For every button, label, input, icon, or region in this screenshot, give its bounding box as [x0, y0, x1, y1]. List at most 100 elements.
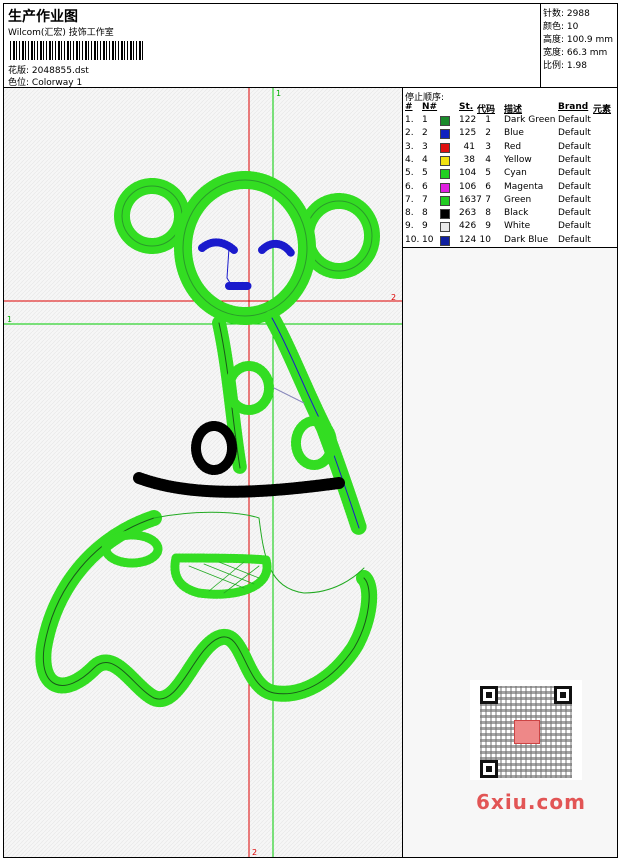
color-swatch: [440, 182, 450, 193]
row-index: 7.: [405, 194, 414, 205]
row-code: 9: [485, 221, 491, 232]
guide-label-bottom-red: 2: [252, 848, 257, 857]
guide-label-right-red: 2: [391, 293, 396, 302]
row-code: 7: [485, 194, 491, 205]
row-description: Dark Blue: [504, 234, 549, 245]
col-element: 元素: [593, 105, 612, 115]
row-needle: 8: [422, 208, 428, 219]
row-code: 10: [479, 234, 491, 245]
row-description: Red: [504, 141, 522, 152]
table-row: 5. 5 104 5 Cyan Default: [403, 168, 617, 181]
color-swatch: [440, 209, 450, 220]
row-description: Magenta: [504, 181, 544, 192]
row-brand: Default: [558, 154, 591, 165]
row-description: Cyan: [504, 168, 527, 179]
color-swatch: [440, 142, 450, 153]
studio-name: Wilcom(汇宏) 技饰工作室: [8, 28, 114, 38]
row-needle: 4: [422, 154, 428, 165]
colorway-value: Colorway 1: [31, 78, 83, 88]
barcode: [10, 41, 145, 60]
page-title: 生产作业图: [8, 9, 78, 25]
row-needle: 2: [422, 128, 428, 139]
table-row: 3. 3 41 3 Red Default: [403, 142, 617, 155]
row-needle: 5: [422, 168, 428, 179]
row-stitches: 1637: [459, 194, 482, 205]
table-header: # N# St. 代码 描述 Brand 元素: [403, 102, 617, 115]
row-stitches: 104: [459, 168, 477, 179]
row-stitches: 263: [459, 208, 477, 219]
row-brand: Default: [558, 234, 591, 245]
stat-colors: 颜色: 10: [543, 22, 579, 32]
color-swatch: [440, 222, 450, 233]
row-index: 5.: [405, 168, 414, 179]
row-stitches: 38: [463, 154, 475, 165]
row-description: White: [504, 221, 531, 232]
row-needle: 6: [422, 181, 428, 192]
color-swatch: [440, 235, 450, 246]
row-index: 10.: [405, 234, 420, 245]
row-brand: Default: [558, 194, 591, 205]
stat-height: 高度: 100.9 mm: [543, 35, 614, 45]
row-code: 1: [485, 115, 491, 125]
row-index: 8.: [405, 208, 414, 219]
watermark: 6xiu.com: [476, 790, 586, 814]
row-stitches: 125: [459, 128, 477, 139]
row-description: Black: [504, 208, 529, 219]
row-stitches: 122: [459, 115, 477, 125]
stop-sequence-table: 停止顺序: # N# St. 代码 描述 Brand 元素 1. 1 122 1 Dar…: [403, 88, 617, 248]
qr-logo-stamp: [514, 720, 540, 744]
stat-scale: 比例: 1.98: [543, 61, 587, 71]
row-stitches: 426: [459, 221, 477, 232]
qr-code: [470, 680, 582, 780]
stat-width: 宽度: 66.3 mm: [543, 48, 608, 58]
row-code: 5: [485, 168, 491, 179]
row-stitches: 106: [459, 181, 477, 192]
row-description: Green: [504, 194, 532, 205]
row-code: 6: [485, 181, 491, 192]
stats-panel: 针数: 2988 颜色: 10 高度: 100.9 mm 宽度: 66.3 mm…: [541, 4, 617, 88]
row-brand: Default: [558, 141, 591, 152]
row-index: 1.: [405, 115, 414, 125]
color-swatch: [440, 169, 450, 180]
row-brand: Default: [558, 221, 591, 232]
col-code: 代码: [477, 105, 496, 115]
table-row: 9. 9 426 9 White Default: [403, 221, 617, 234]
guide-label-top-green: 1: [276, 89, 281, 98]
row-index: 9.: [405, 221, 414, 232]
col-stitches: St.: [459, 102, 474, 112]
row-needle: 9: [422, 221, 428, 232]
stat-stitches: 针数: 2988: [543, 9, 590, 19]
row-brand: Default: [558, 168, 591, 179]
table-row: 8. 8 263 8 Black Default: [403, 208, 617, 221]
embroidery-drawing: 1 2 1 2: [4, 88, 402, 857]
col-brand: Brand: [558, 102, 589, 112]
row-needle: 10: [422, 234, 434, 245]
table-row: 2. 2 125 2 Blue Default: [403, 128, 617, 141]
row-brand: Default: [558, 208, 591, 219]
row-needle: 1: [422, 115, 428, 125]
qr-finder-bottom-left: [480, 760, 498, 778]
row-description: Dark Green: [504, 115, 556, 125]
row-code: 4: [485, 154, 491, 165]
row-index: 4.: [405, 154, 414, 165]
guide-label-left-green: 1: [7, 315, 12, 324]
row-brand: Default: [558, 115, 591, 125]
col-description: 描述: [504, 105, 523, 115]
row-index: 2.: [405, 128, 414, 139]
row-stitches: 124: [459, 234, 477, 245]
row-code: 8: [485, 208, 491, 219]
table-row: 4. 4 38 4 Yellow Default: [403, 155, 617, 168]
row-brand: Default: [558, 128, 591, 139]
row-needle: 3: [422, 141, 428, 152]
table-row: 10. 10 124 10 Dark Blue Default: [403, 235, 617, 248]
color-swatch: [440, 129, 450, 140]
design-preview: 1 2 1 2: [4, 88, 403, 857]
row-code: 2: [485, 128, 491, 139]
color-swatch: [440, 195, 450, 206]
table-row: 7. 7 1637 7 Green Default: [403, 195, 617, 208]
color-swatch: [440, 155, 450, 166]
qr-finder-top-right: [554, 686, 572, 704]
row-index: 6.: [405, 181, 414, 192]
row-description: Yellow: [504, 154, 532, 165]
table-row: 1. 1 122 1 Dark Green Default: [403, 115, 617, 128]
